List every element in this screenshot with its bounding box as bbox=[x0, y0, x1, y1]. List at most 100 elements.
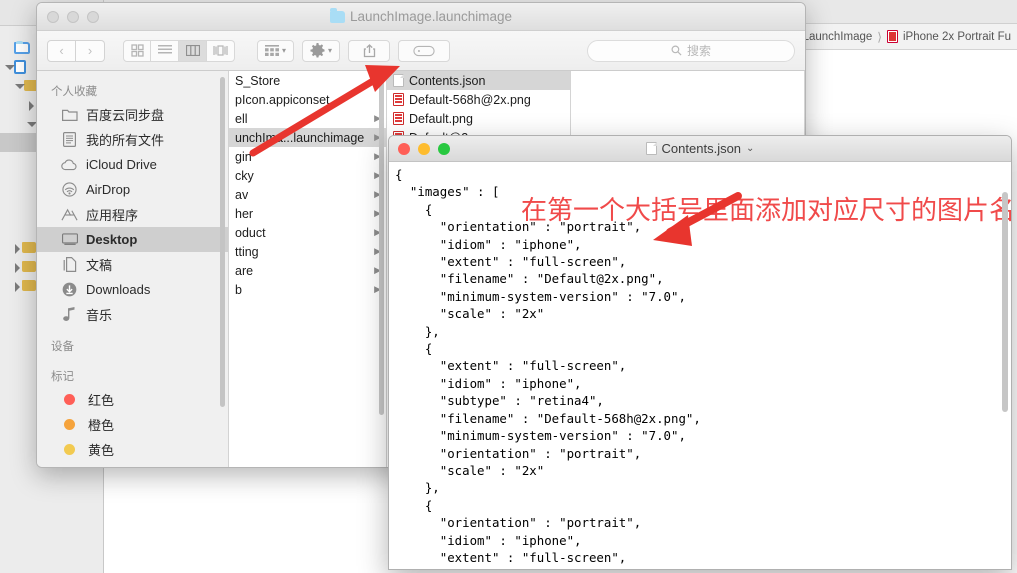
breadcrumb-item-launchimage[interactable]: LaunchImage bbox=[803, 31, 873, 43]
sidebar-item-label: 百度云同步盘 bbox=[86, 108, 165, 123]
json-file-icon bbox=[393, 74, 404, 87]
list-item[interactable]: her ▶ bbox=[229, 204, 386, 223]
sidebar-tag-yellow[interactable]: 黄色 bbox=[37, 437, 228, 462]
zoom-button[interactable] bbox=[438, 142, 450, 155]
disclosure-icon[interactable] bbox=[26, 119, 37, 129]
tag-button[interactable] bbox=[398, 39, 451, 62]
list-item[interactable]: av ▶ bbox=[229, 185, 386, 204]
code-line: "scale" : "2x" bbox=[395, 462, 545, 478]
disclosure-icon[interactable] bbox=[4, 62, 15, 72]
search-placeholder: 搜索 bbox=[686, 44, 711, 58]
list-item[interactable]: oduct ▶ bbox=[229, 223, 386, 242]
sidebar-item-music[interactable]: 音乐 bbox=[37, 302, 228, 327]
nav-buttons[interactable]: ‹ › bbox=[47, 39, 105, 62]
disclosure-icon[interactable] bbox=[12, 281, 22, 292]
close-button[interactable] bbox=[47, 10, 59, 23]
finder-titlebar[interactable]: LaunchImage.launchimage bbox=[37, 3, 805, 31]
sidebar-group-title: 个人收藏 bbox=[51, 86, 97, 98]
finder-column-1[interactable]: S_Store pIcon.appiconset ell ▶ unchIma...… bbox=[229, 71, 387, 467]
list-item-selected[interactable]: Contents.json bbox=[387, 71, 570, 90]
chevron-down-icon[interactable]: ⌄ bbox=[746, 143, 754, 154]
back-button[interactable]: ‹ bbox=[47, 39, 76, 62]
column-scrollbar[interactable] bbox=[379, 75, 384, 415]
png-file-icon bbox=[393, 112, 404, 125]
share-button[interactable] bbox=[348, 39, 391, 62]
sidebar-item-baidu[interactable]: 百度云同步盘 bbox=[37, 102, 228, 127]
disclosure-icon[interactable] bbox=[4, 43, 14, 53]
png-file-icon bbox=[886, 30, 898, 43]
sidebar-tag-label: 黄色 bbox=[88, 443, 115, 458]
list-item[interactable]: Default.png bbox=[387, 109, 570, 128]
file-name: tting bbox=[235, 244, 259, 259]
sidebar-scrollbar[interactable] bbox=[220, 77, 225, 407]
file-name: av bbox=[235, 187, 249, 202]
list-item[interactable]: ell ▶ bbox=[229, 109, 386, 128]
finder-sidebar[interactable]: 个人收藏 百度云同步盘 我的所有文件 iCloud Drive AirDrop … bbox=[37, 71, 229, 467]
editor-scrollbar[interactable] bbox=[1002, 192, 1008, 412]
yellow-folder-icon bbox=[22, 280, 36, 291]
minimize-button[interactable] bbox=[67, 10, 79, 23]
search-input[interactable]: 搜索 bbox=[587, 39, 795, 62]
coverflow-view-button[interactable] bbox=[207, 39, 235, 62]
yellow-folder-icon bbox=[22, 242, 36, 253]
list-item[interactable]: cky ▶ bbox=[229, 166, 386, 185]
yellow-folder-icon bbox=[22, 261, 36, 272]
sidebar-tag-green[interactable]: 绿色 bbox=[37, 462, 228, 467]
finder-toolbar[interactable]: ‹ › ▾ ▾ 搜索 bbox=[37, 31, 805, 71]
list-view-button[interactable] bbox=[151, 39, 179, 62]
list-item[interactable]: gin ▶ bbox=[229, 147, 386, 166]
minimize-button[interactable] bbox=[418, 142, 430, 155]
sidebar-item-icloud-drive[interactable]: iCloud Drive bbox=[37, 152, 228, 177]
list-item[interactable]: S_Store bbox=[229, 71, 386, 90]
file-name: oduct bbox=[235, 225, 266, 240]
sidebar-group-title-tags: 标记 bbox=[51, 371, 74, 383]
disclosure-icon[interactable] bbox=[12, 262, 22, 273]
folder-icon bbox=[329, 7, 345, 23]
arrange-button[interactable]: ▾ bbox=[257, 39, 295, 62]
list-item[interactable]: Default-568h@2x.png bbox=[387, 90, 570, 109]
disclosure-icon[interactable] bbox=[14, 81, 25, 91]
code-line: "minimum-system-version" : "7.0", bbox=[395, 428, 686, 444]
view-mode-group[interactable] bbox=[123, 39, 235, 62]
code-line: "orientation" : "portrait", bbox=[395, 445, 642, 461]
file-name: Default-568h@2x.png bbox=[409, 92, 531, 107]
sidebar-item-downloads[interactable]: Downloads bbox=[37, 277, 228, 302]
editor-titlebar[interactable]: Contents.json ⌄ bbox=[389, 136, 1011, 162]
sidebar-item-label: Desktop bbox=[86, 232, 138, 247]
code-line: "minimum-system-version" : "7.0", bbox=[395, 288, 686, 304]
list-item[interactable]: pIcon.appiconset bbox=[229, 90, 386, 109]
code-line: { bbox=[395, 167, 403, 182]
list-item-selected[interactable]: unchIma...launchimage ▶ bbox=[229, 128, 386, 147]
tag-color-dot bbox=[64, 394, 75, 405]
file-name: unchIma...launchimage bbox=[235, 130, 365, 145]
disclosure-icon[interactable] bbox=[26, 100, 36, 111]
sidebar-item-all-files[interactable]: 我的所有文件 bbox=[37, 127, 228, 152]
finder-traffic-lights[interactable] bbox=[37, 10, 99, 23]
icon-view-button[interactable] bbox=[123, 39, 151, 62]
breadcrumb-item-iphone-2x[interactable]: iPhone 2x Portrait Fu bbox=[903, 31, 1011, 43]
editor-body[interactable]: { "images" : [ { "orientation" : "portra… bbox=[389, 162, 1011, 569]
list-item[interactable]: are ▶ bbox=[229, 261, 386, 280]
chevron-right-icon: ⟩ bbox=[877, 29, 882, 44]
sidebar-item-applications[interactable]: 应用程序 bbox=[37, 202, 228, 227]
list-item[interactable]: b ▶ bbox=[229, 280, 386, 299]
forward-button[interactable]: › bbox=[76, 39, 105, 62]
disclosure-icon[interactable] bbox=[12, 243, 22, 254]
zoom-button[interactable] bbox=[87, 10, 99, 23]
sidebar-tag-red[interactable]: 红色 bbox=[37, 387, 228, 412]
sidebar-item-airdrop[interactable]: AirDrop bbox=[37, 177, 228, 202]
code-line: { bbox=[395, 341, 433, 357]
code-line: "filename" : "Default@2x.png", bbox=[395, 271, 664, 287]
text-editor-window[interactable]: Contents.json ⌄ { "images" : [ { "orient… bbox=[388, 135, 1012, 570]
code-line: "idiom" : "iphone", bbox=[395, 532, 582, 548]
sidebar-item-documents[interactable]: 文稿 bbox=[37, 252, 228, 277]
music-icon bbox=[61, 307, 78, 322]
column-view-button[interactable] bbox=[179, 39, 207, 62]
close-button[interactable] bbox=[398, 142, 410, 155]
list-item[interactable]: tting ▶ bbox=[229, 242, 386, 261]
sidebar-tag-orange[interactable]: 橙色 bbox=[37, 412, 228, 437]
code-line: "filename" : "Default-568h@2x.png", bbox=[395, 410, 701, 426]
editor-traffic-lights[interactable] bbox=[389, 142, 450, 155]
action-gear-button[interactable]: ▾ bbox=[302, 39, 341, 62]
sidebar-item-desktop[interactable]: Desktop bbox=[37, 227, 228, 252]
